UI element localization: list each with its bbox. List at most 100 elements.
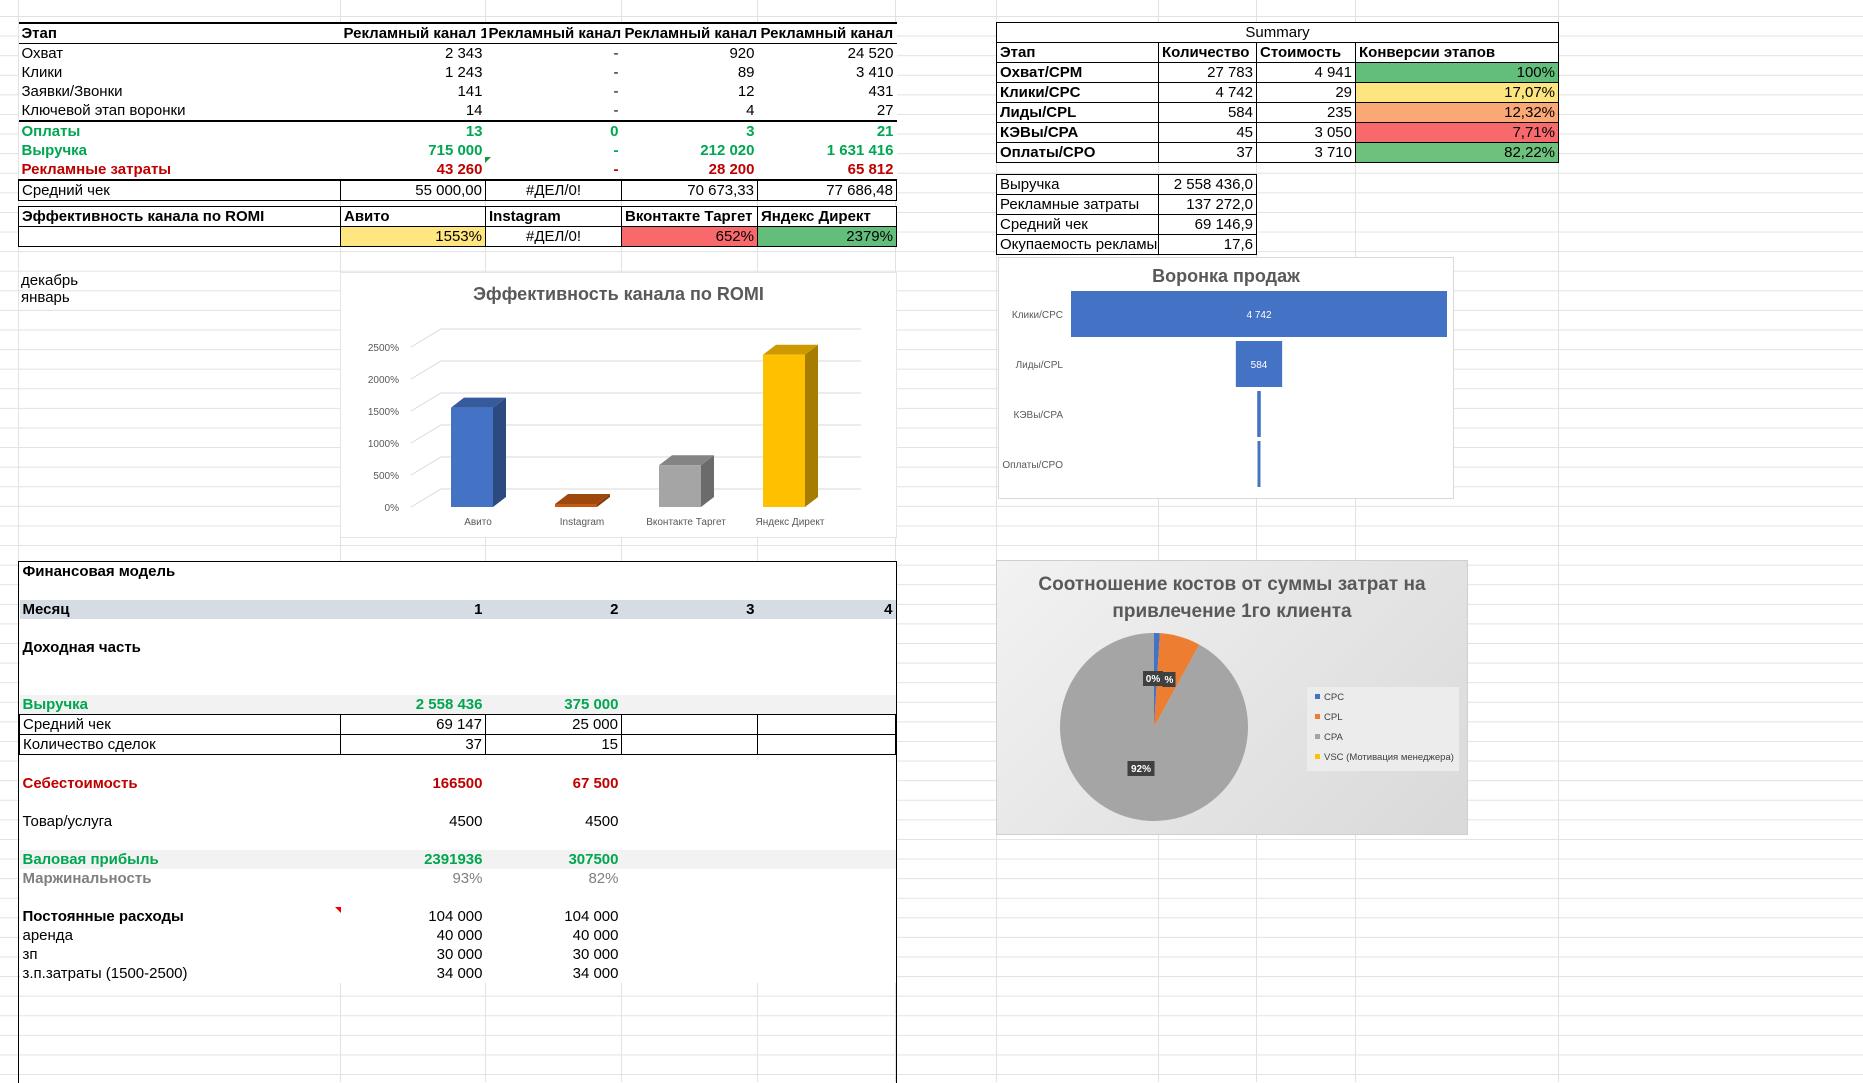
stage-cell[interactable]: 212 020 [621, 141, 758, 160]
total-label[interactable]: Окупаемость рекламы [996, 234, 1159, 255]
stage-cell[interactable]: 1 631 416 [757, 141, 897, 160]
finance-month[interactable]: 2 [485, 600, 622, 619]
stage-cell[interactable]: 43 260 [340, 160, 486, 180]
finance-month-label[interactable]: Месяц [19, 600, 341, 619]
summary-label[interactable]: Оплаты/CPO [996, 142, 1159, 163]
finance-cost-label[interactable]: Себестоимость [19, 774, 341, 793]
summary-conv[interactable]: 7,71% [1355, 122, 1559, 143]
finance-deals-value[interactable]: 37 [340, 734, 486, 755]
total-value[interactable]: 17,6 [1158, 234, 1257, 255]
stage-cell[interactable]: 77 686,48 [757, 179, 897, 201]
finance-goods-value[interactable]: 4500 [485, 812, 622, 831]
stage-label[interactable]: Ключевой этап воронки [18, 101, 341, 121]
summary-qty[interactable]: 37 [1158, 142, 1257, 163]
month-january[interactable]: январь [21, 289, 78, 306]
summary-label[interactable]: Лиды/CPL [996, 102, 1159, 123]
stage-cell[interactable]: #ДЕЛ/0! [485, 179, 622, 201]
finance-cost-value[interactable]: 67 500 [485, 774, 622, 793]
total-value[interactable]: 2 558 436,0 [1158, 174, 1257, 195]
finance-cut-value[interactable]: 34 000 [340, 964, 486, 983]
stage-cell[interactable]: - [485, 160, 622, 180]
summary-conv[interactable]: 12,32% [1355, 102, 1559, 123]
stage-label[interactable]: Рекламные затраты [18, 160, 341, 180]
summary-cost[interactable]: 3 710 [1256, 142, 1356, 163]
finance-gross-value[interactable]: 307500 [485, 850, 622, 869]
finance-deals-value[interactable]: 15 [485, 734, 622, 755]
romi-empty-cell[interactable] [18, 226, 341, 247]
summary-header-stage[interactable]: Этап [996, 42, 1159, 63]
total-label[interactable]: Выручка [996, 174, 1159, 195]
finance-income-label[interactable]: Доходная часть [19, 638, 341, 657]
romi-value-avito[interactable]: 1553% [340, 226, 486, 247]
finance-salary-label[interactable]: зп [19, 945, 341, 964]
stage-label[interactable]: Клики [18, 63, 341, 82]
romi-header-title[interactable]: Эффективность канала по ROMI [18, 206, 341, 227]
summary-cost[interactable]: 4 941 [1256, 62, 1356, 83]
stage-label[interactable]: Заявки/Звонки [18, 82, 341, 101]
stage-label[interactable]: Оплаты [18, 121, 341, 141]
finance-rent-value[interactable]: 40 000 [340, 926, 486, 945]
romi-header-yandex[interactable]: Яндекс Директ [757, 206, 897, 227]
stage-cell[interactable]: 65 812 [757, 160, 897, 180]
finance-salary-value[interactable]: 30 000 [485, 945, 622, 964]
total-value[interactable]: 69 146,9 [1158, 214, 1257, 235]
finance-rent-label[interactable]: аренда [19, 926, 341, 945]
finance-fixed-value[interactable]: 104 000 [340, 907, 486, 926]
summary-qty[interactable]: 27 783 [1158, 62, 1257, 83]
stages-header-ch3[interactable]: Рекламный канал 3 [621, 23, 758, 44]
stage-cell[interactable]: 3 410 [757, 63, 897, 82]
finance-fixed-label[interactable]: Постоянные расходы [19, 907, 341, 926]
stage-cell[interactable]: 89 [621, 63, 758, 82]
summary-cost[interactable]: 235 [1256, 102, 1356, 123]
finance-gross-label[interactable]: Валовая прибыль [19, 850, 341, 869]
finance-avgcheck-label[interactable]: Средний чек [19, 714, 341, 735]
month-december[interactable]: декабрь [21, 272, 78, 289]
total-label[interactable]: Средний чек [996, 214, 1159, 235]
finance-margin-value[interactable]: 82% [485, 869, 622, 888]
stage-cell[interactable]: 21 [757, 121, 897, 141]
summary-conv[interactable]: 82,22% [1355, 142, 1559, 163]
finance-margin-label[interactable]: Маржинальность [19, 869, 341, 888]
summary-label[interactable]: Клики/CPC [996, 82, 1159, 103]
stage-cell[interactable]: 70 673,33 [621, 179, 758, 201]
stage-cell[interactable]: 0 [485, 121, 622, 141]
stages-header-ch2[interactable]: Рекламный канал 2 [485, 23, 622, 44]
summary-qty[interactable]: 584 [1158, 102, 1257, 123]
total-value[interactable]: 137 272,0 [1158, 194, 1257, 215]
stage-cell[interactable]: 1 243 [340, 63, 486, 82]
stage-cell[interactable]: 14 [340, 101, 486, 121]
finance-cost-value[interactable]: 166500 [340, 774, 486, 793]
stages-header-ch1[interactable]: Рекламный канал 1 [340, 23, 486, 44]
finance-avgcheck-value[interactable]: 25 000 [485, 714, 622, 735]
stage-label[interactable]: Выручка [18, 141, 341, 160]
stage-cell[interactable]: - [485, 43, 622, 63]
finance-deals-label[interactable]: Количество сделок [19, 734, 341, 755]
finance-avgcheck-value[interactable]: 69 147 [340, 714, 486, 735]
romi-value-yandex[interactable]: 2379% [757, 226, 897, 247]
stage-cell[interactable]: - [485, 63, 622, 82]
stage-cell[interactable]: 2 343 [340, 43, 486, 63]
finance-revenue-label[interactable]: Выручка [19, 695, 341, 715]
stage-label[interactable]: Охват [18, 43, 341, 63]
stage-cell[interactable]: - [485, 141, 622, 160]
stage-cell[interactable]: 27 [757, 101, 897, 121]
summary-label[interactable]: Охват/CPM [996, 62, 1159, 83]
summary-label[interactable]: КЭВы/CPA [996, 122, 1159, 143]
finance-month[interactable]: 3 [621, 600, 758, 619]
finance-goods-label[interactable]: Товар/услуга [19, 812, 341, 831]
summary-conv[interactable]: 17,07% [1355, 82, 1559, 103]
summary-qty[interactable]: 45 [1158, 122, 1257, 143]
stage-cell[interactable]: 715 000 [340, 141, 486, 160]
stage-cell[interactable]: 431 [757, 82, 897, 101]
finance-month[interactable]: 4 [757, 600, 896, 619]
finance-fixed-value[interactable]: 104 000 [485, 907, 622, 926]
cost-pie-chart[interactable]: Соотношение костов от суммы затрат на пр… [996, 560, 1468, 835]
stage-cell[interactable]: 141 [340, 82, 486, 101]
romi-chart[interactable]: Эффективность канала по ROMI 0% 500% 1000%… [340, 272, 897, 538]
finance-rent-value[interactable]: 40 000 [485, 926, 622, 945]
stage-cell[interactable]: 28 200 [621, 160, 758, 180]
summary-qty[interactable]: 4 742 [1158, 82, 1257, 103]
finance-cut-label[interactable]: з.п.затраты (1500-2500) [19, 964, 341, 983]
stage-cell[interactable]: 920 [621, 43, 758, 63]
summary-cost[interactable]: 29 [1256, 82, 1356, 103]
